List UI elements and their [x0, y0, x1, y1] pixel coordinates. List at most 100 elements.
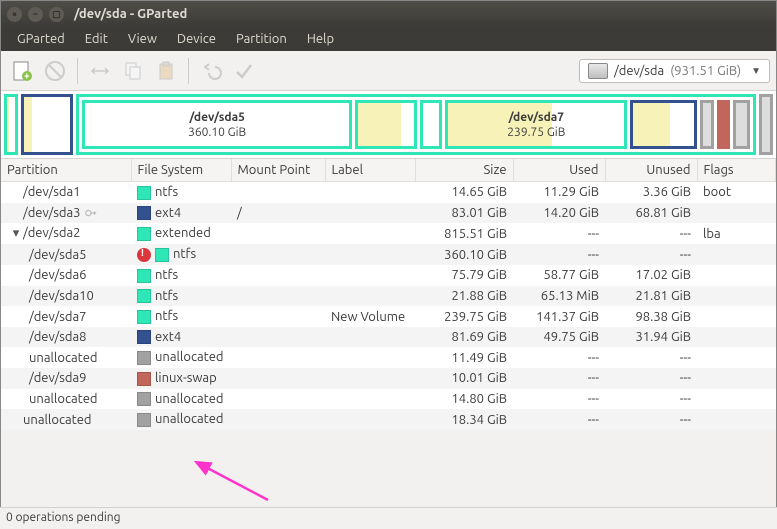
cell-unused: 98.38 GiB [605, 306, 697, 327]
cell-size: 815.51 GiB [415, 223, 513, 244]
menu-partition[interactable]: Partition [228, 29, 295, 49]
partition-name: /dev/sda10 [29, 289, 94, 303]
col-filesystem[interactable]: File System [131, 159, 231, 182]
cell-filesystem: unallocated [131, 347, 231, 368]
cell-flags [697, 203, 776, 224]
cell-flags: boot [697, 182, 776, 203]
cell-size: 360.10 GiB [415, 244, 513, 265]
cell-flags: lba [697, 223, 776, 244]
menu-gparted[interactable]: GParted [9, 29, 73, 49]
cell-filesystem: ntfs [131, 286, 231, 307]
cell-flags [697, 265, 776, 286]
window-minimize-button[interactable]: – [28, 7, 43, 22]
expand-triangle-icon[interactable]: ▾ [11, 226, 21, 241]
cell-used: 65.13 MiB [513, 286, 605, 307]
table-row[interactable]: /dev/sda5 ntfs360.10 GiB------ [1, 244, 776, 265]
col-unused[interactable]: Unused [605, 159, 697, 182]
graph-seg-unalloc1[interactable] [700, 100, 714, 149]
cell-mountpoint: / [231, 203, 325, 224]
cell-unused: 3.36 GiB [605, 182, 697, 203]
cell-mountpoint [231, 347, 325, 368]
graph-seg-unalloc3[interactable] [759, 94, 773, 155]
graph-seg-sda2-extended[interactable]: /dev/sda5360.10 GiB /dev/sda7239.75 GiB [76, 94, 756, 155]
cell-flags [697, 409, 776, 430]
delete-icon [44, 60, 66, 82]
window-maximize-button[interactable]: ▢ [49, 7, 64, 22]
partition-name: /dev/sda9 [29, 371, 87, 385]
partition-name: /dev/sda8 [29, 330, 87, 344]
cell-size: 10.01 GiB [415, 368, 513, 389]
fs-name: ntfs [155, 268, 178, 282]
menu-edit[interactable]: Edit [77, 29, 116, 49]
new-partition-button[interactable]: + [7, 56, 37, 86]
table-row[interactable]: /dev/sda10 ntfs21.88 GiB65.13 MiB21.81 G… [1, 286, 776, 307]
menu-device[interactable]: Device [169, 29, 224, 49]
cell-used: --- [513, 409, 605, 430]
cell-unused: --- [605, 409, 697, 430]
table-row[interactable]: /dev/sda6 ntfs75.79 GiB58.77 GiB17.02 Gi… [1, 265, 776, 286]
toolbar-separator [188, 58, 189, 84]
graph-seg-sda9[interactable] [717, 100, 730, 149]
cell-mountpoint [231, 306, 325, 327]
partition-graph: /dev/sda5360.10 GiB /dev/sda7239.75 GiB [1, 91, 776, 159]
cell-partition: /dev/sda6 [1, 265, 131, 286]
col-used[interactable]: Used [513, 159, 605, 182]
cell-filesystem: extended [131, 223, 231, 244]
table-row[interactable]: ▾/dev/sda2 extended815.51 GiB------lba [1, 223, 776, 244]
table-header-row: Partition File System Mount Point Label … [1, 159, 776, 182]
graph-seg-sda5[interactable]: /dev/sda5360.10 GiB [82, 100, 352, 149]
graph-seg-sda10[interactable] [420, 100, 442, 149]
cell-mountpoint [231, 244, 325, 265]
table-row[interactable]: /dev/sda3 ext4/83.01 GiB14.20 GiB68.81 G… [1, 203, 776, 224]
window-close-button[interactable]: × [7, 7, 22, 22]
cell-size: 11.49 GiB [415, 347, 513, 368]
partition-name: unallocated [23, 413, 92, 427]
device-selector[interactable]: /dev/sda (931.51 GiB) ▼ [579, 59, 770, 83]
fs-color-swatch [137, 351, 151, 365]
cell-unused: 68.81 GiB [605, 203, 697, 224]
partition-name: /dev/sda1 [23, 185, 81, 199]
table-row[interactable]: unallocated unallocated18.34 GiB------ [1, 409, 776, 430]
menu-view[interactable]: View [120, 29, 165, 49]
cell-unused: --- [605, 347, 697, 368]
graph-seg-sda1[interactable] [4, 94, 18, 155]
cell-used: --- [513, 347, 605, 368]
fs-name: unallocated [155, 412, 224, 426]
table-row[interactable]: unallocated unallocated14.80 GiB------ [1, 389, 776, 410]
graph-seg-sda3[interactable] [21, 94, 73, 155]
cell-used: 58.77 GiB [513, 265, 605, 286]
cell-label [325, 327, 415, 348]
graph-seg-unalloc2[interactable] [733, 100, 750, 149]
partition-name: unallocated [29, 351, 98, 365]
col-mountpoint[interactable]: Mount Point [231, 159, 325, 182]
new-document-icon: + [11, 60, 33, 82]
graph-seg-sda8[interactable] [630, 100, 696, 149]
graph-seg-sda6[interactable] [355, 100, 417, 149]
paste-icon [155, 60, 177, 82]
table-row[interactable]: /dev/sda8 ext481.69 GiB49.75 GiB31.94 Gi… [1, 327, 776, 348]
cell-unused: 31.94 GiB [605, 327, 697, 348]
col-label[interactable]: Label [325, 159, 415, 182]
table-row[interactable]: /dev/sda9 linux-swap10.01 GiB------ [1, 368, 776, 389]
fs-color-swatch [137, 289, 151, 303]
fs-color-swatch [137, 227, 151, 241]
menu-help[interactable]: Help [299, 29, 342, 49]
graph-size: 239.75 GiB [507, 126, 565, 139]
graph-size: 360.10 GiB [188, 126, 246, 139]
cell-mountpoint [231, 265, 325, 286]
partition-name: /dev/sda3 [23, 206, 81, 220]
cell-label [325, 265, 415, 286]
cell-unused: --- [605, 223, 697, 244]
fs-color-swatch [137, 206, 151, 220]
table-row[interactable]: /dev/sda7 ntfsNew Volume239.75 GiB141.37… [1, 306, 776, 327]
table-row[interactable]: /dev/sda1 ntfs14.65 GiB11.29 GiB3.36 GiB… [1, 182, 776, 203]
cell-filesystem: ntfs [131, 244, 231, 265]
cell-filesystem: ntfs [131, 306, 231, 327]
table-row[interactable]: unallocated unallocated11.49 GiB------ [1, 347, 776, 368]
col-flags[interactable]: Flags [697, 159, 776, 182]
graph-seg-sda7[interactable]: /dev/sda7239.75 GiB [445, 100, 627, 149]
col-size[interactable]: Size [415, 159, 513, 182]
cell-used: 14.20 GiB [513, 203, 605, 224]
col-partition[interactable]: Partition [1, 159, 131, 182]
fs-color-swatch [137, 392, 151, 406]
